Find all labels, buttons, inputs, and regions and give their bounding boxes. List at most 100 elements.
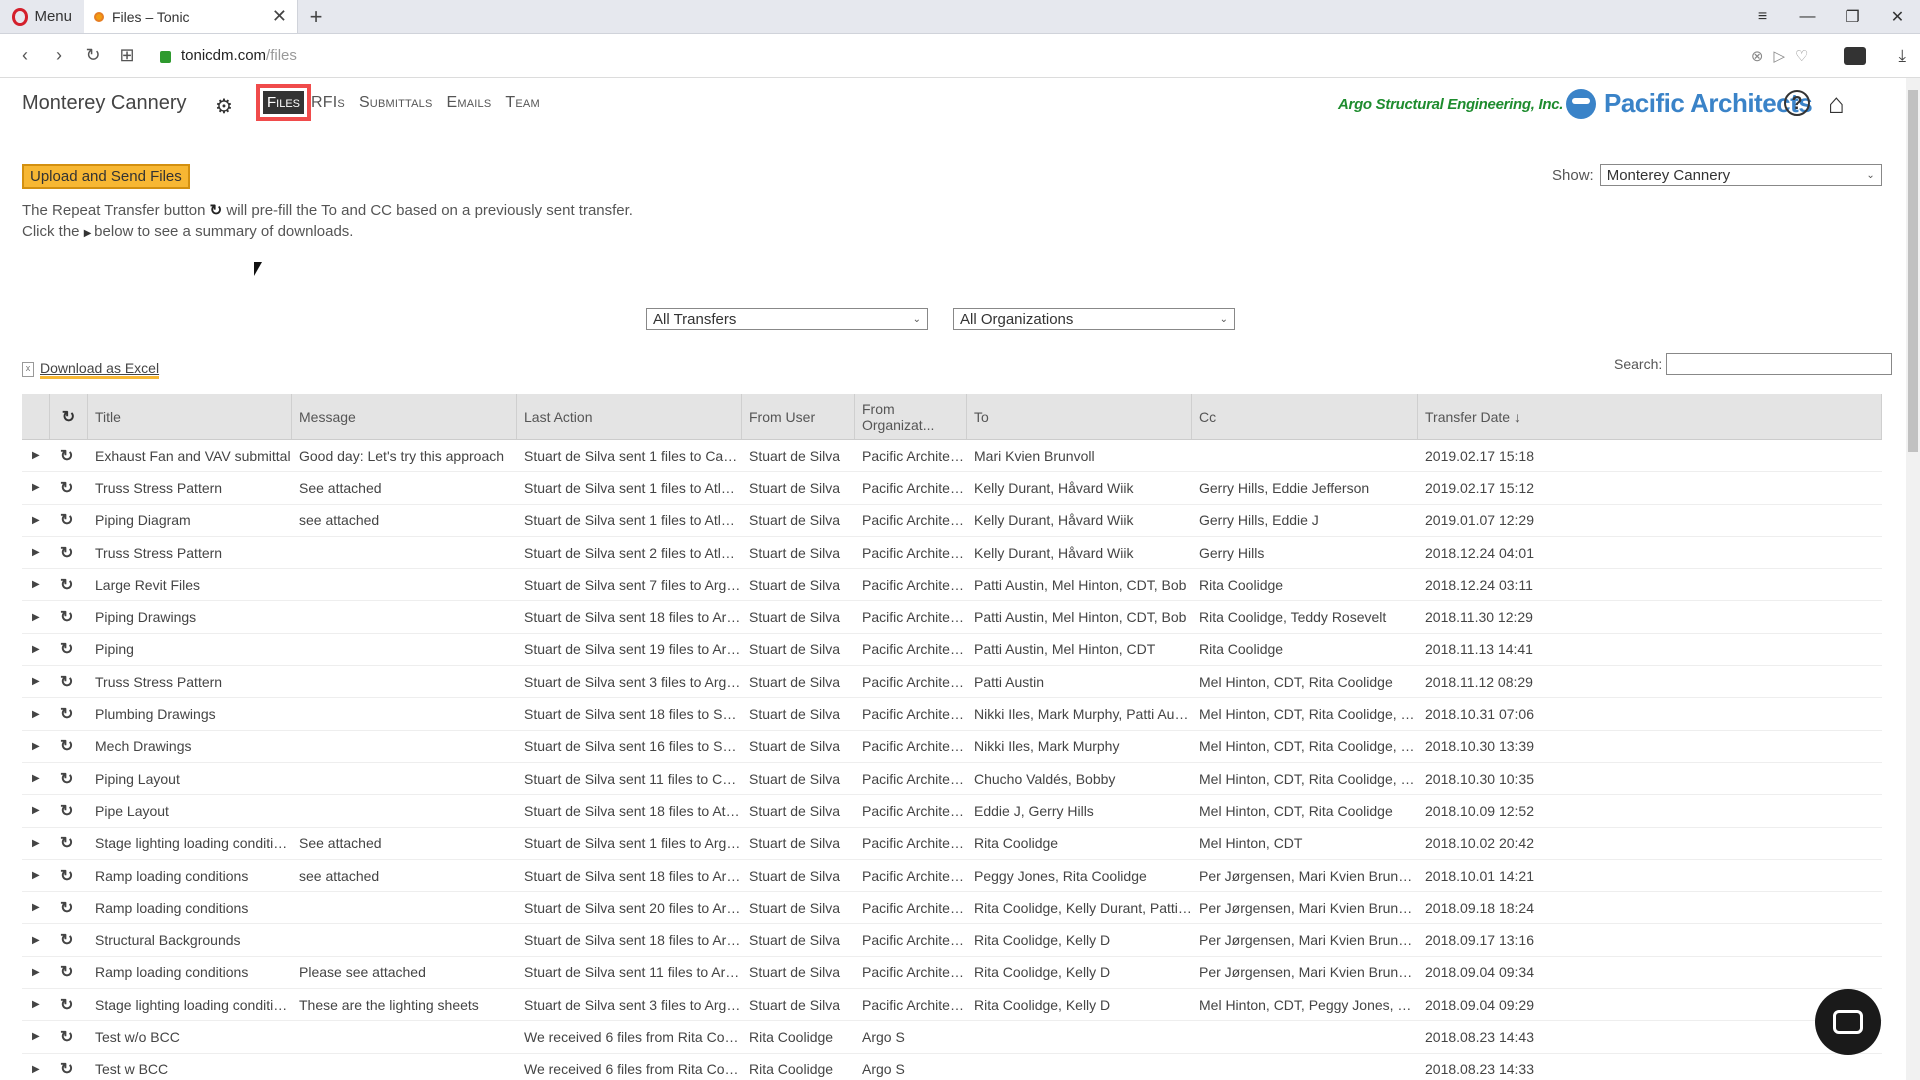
col-header-last-action[interactable]: Last Action [517, 394, 742, 439]
close-window-icon[interactable]: ✕ [1875, 7, 1920, 27]
expand-triangle-icon[interactable]: ▶ [22, 709, 50, 720]
repeat-transfer-icon[interactable]: ↻ [50, 1027, 88, 1047]
table-row[interactable]: ▶ ↻ Plumbing Drawings Stuart de Silva sent … [22, 698, 1882, 731]
expand-triangle-icon[interactable]: ▶ [22, 676, 50, 687]
table-row[interactable]: ▶ ↻ Test w/o BCC We received 6 files from R… [22, 1021, 1882, 1054]
table-row[interactable]: ▶ ↻ Truss Stress Pattern Stuart de Silva se… [22, 666, 1882, 699]
tab-files[interactable]: Files [256, 84, 312, 121]
forward-icon[interactable]: › [44, 45, 74, 66]
reload-icon[interactable]: ↻ [78, 45, 108, 66]
transfers-filter-select[interactable]: All Transfers ⌄ [646, 308, 928, 330]
expand-triangle-icon[interactable]: ▶ [22, 450, 50, 461]
minimize-icon[interactable]: — [1785, 8, 1830, 26]
send-icon[interactable]: ▷ [1773, 47, 1785, 65]
organizations-filter-select[interactable]: All Organizations ⌄ [953, 308, 1235, 330]
table-row[interactable]: ▶ ↻ Stage lighting loading conditions These… [22, 989, 1882, 1022]
repeat-transfer-icon[interactable]: ↻ [50, 607, 88, 627]
repeat-transfer-icon[interactable]: ↻ [50, 575, 88, 595]
extension-icon[interactable] [1844, 47, 1867, 65]
expand-triangle-icon[interactable]: ▶ [22, 612, 50, 623]
download-excel-link[interactable]: Download as Excel [40, 360, 160, 379]
repeat-transfer-icon[interactable]: ↻ [50, 898, 88, 918]
table-row[interactable]: ▶ ↻ Piping Diagram see attached Stuart de Si… [22, 505, 1882, 537]
table-row[interactable]: ▶ ↻ Ramp loading conditions Please see atta… [22, 957, 1882, 990]
table-row[interactable]: ▶ ↻ Truss Stress Pattern Stuart de Silva se… [22, 537, 1882, 570]
table-row[interactable]: ▶ ↻ Exhaust Fan and VAV submittal Good day:… [22, 440, 1882, 473]
repeat-transfer-icon[interactable]: ↻ [50, 801, 88, 821]
expand-triangle-icon[interactable]: ▶ [22, 741, 50, 752]
expand-triangle-icon[interactable]: ▶ [22, 644, 50, 655]
expand-triangle-icon[interactable]: ▶ [22, 902, 50, 913]
col-header-cc[interactable]: Cc [1192, 394, 1418, 439]
adblock-icon[interactable]: ⊗ [1751, 47, 1764, 65]
repeat-transfer-icon[interactable]: ↻ [50, 543, 88, 563]
repeat-transfer-icon[interactable]: ↻ [50, 995, 88, 1015]
expand-triangle-icon[interactable]: ▶ [22, 515, 50, 526]
repeat-transfer-icon[interactable]: ↻ [50, 866, 88, 886]
table-row[interactable]: ▶ ↻ Piping Layout Stuart de Silva sent 11 f… [22, 763, 1882, 796]
browser-menu-button[interactable]: Menu [0, 0, 84, 33]
heart-icon[interactable]: ♡ [1795, 47, 1808, 65]
download-icon[interactable]: ⤓ [1898, 46, 1906, 66]
col-header-message[interactable]: Message [292, 394, 517, 439]
expand-triangle-icon[interactable]: ▶ [22, 1064, 50, 1075]
url-field[interactable]: tonicdm.com/files [160, 47, 297, 64]
close-tab-icon[interactable]: ✕ [272, 6, 287, 27]
tab-team[interactable]: Team [505, 94, 539, 112]
expand-triangle-icon[interactable]: ▶ [22, 999, 50, 1010]
expand-triangle-icon[interactable]: ▶ [22, 967, 50, 978]
expand-triangle-icon[interactable]: ▶ [22, 935, 50, 946]
table-row[interactable]: ▶ ↻ Test w BCC We received 6 files from Rit… [22, 1054, 1882, 1080]
repeat-transfer-icon[interactable]: ↻ [50, 769, 88, 789]
table-row[interactable]: ▶ ↻ Truss Stress Pattern See attached Stuart… [22, 472, 1882, 505]
tab-menu-icon[interactable]: ≡ [1740, 8, 1785, 26]
repeat-transfer-icon[interactable]: ↻ [50, 510, 88, 530]
chat-button[interactable] [1815, 989, 1881, 1055]
help-icon[interactable]: ? [1784, 90, 1810, 116]
col-header-title[interactable]: Title [88, 394, 292, 439]
gear-icon[interactable]: ⚙ [215, 94, 233, 119]
table-row[interactable]: ▶ ↻ Pipe Layout Stuart de Silva sent 18 fil… [22, 795, 1882, 828]
repeat-transfer-icon[interactable]: ↻ [50, 704, 88, 724]
scrollbar-thumb[interactable] [1908, 90, 1918, 452]
tab-submittals[interactable]: Submittals [359, 94, 433, 112]
table-row[interactable]: ▶ ↻ Ramp loading conditions see attached Stu… [22, 860, 1882, 893]
table-row[interactable]: ▶ ↻ Stage lighting loading conditions See a… [22, 828, 1882, 860]
restore-icon[interactable]: ❐ [1830, 7, 1875, 27]
repeat-transfer-icon[interactable]: ↻ [50, 962, 88, 982]
expand-triangle-icon[interactable]: ▶ [22, 482, 50, 493]
table-row[interactable]: ▶ ↻ Piping Drawings Stuart de Silva sent 18… [22, 601, 1882, 634]
page-scrollbar[interactable] [1906, 78, 1920, 1080]
repeat-transfer-icon[interactable]: ↻ [50, 478, 88, 498]
expand-triangle-icon[interactable]: ▶ [22, 773, 50, 784]
repeat-transfer-icon[interactable]: ↻ [50, 833, 88, 853]
table-row[interactable]: ▶ ↻ Piping Stuart de Silva sent 19 files to… [22, 634, 1882, 667]
table-row[interactable]: ▶ ↻ Mech Drawings Stuart de Silva sent 16 f… [22, 731, 1882, 763]
search-input[interactable] [1666, 353, 1893, 375]
back-icon[interactable]: ‹ [10, 45, 40, 66]
expand-triangle-icon[interactable]: ▶ [22, 870, 50, 881]
table-row[interactable]: ▶ ↻ Ramp loading conditions Stuart de Silva… [22, 892, 1882, 925]
new-tab-button[interactable]: + [298, 0, 334, 33]
table-row[interactable]: ▶ ↻ Large Revit Files Stuart de Silva sent … [22, 569, 1882, 602]
repeat-transfer-icon[interactable]: ↻ [50, 930, 88, 950]
col-header-transfer-date[interactable]: Transfer Date ↓ [1418, 394, 1882, 439]
repeat-transfer-icon[interactable]: ↻ [50, 446, 88, 466]
repeat-transfer-icon[interactable]: ↻ [50, 672, 88, 692]
show-select[interactable]: Monterey Cannery ⌄ [1599, 164, 1882, 186]
tab-emails[interactable]: Emails [447, 94, 492, 112]
browser-tab[interactable]: Files – Tonic ✕ [84, 0, 298, 33]
col-header-to[interactable]: To [967, 394, 1192, 439]
col-header-from-org[interactable]: From Organizat... [855, 394, 967, 439]
expand-triangle-icon[interactable]: ▶ [22, 547, 50, 558]
home-icon[interactable]: ⌂ [1828, 88, 1845, 120]
upload-button[interactable]: Upload and Send Files [22, 164, 190, 189]
repeat-transfer-icon[interactable]: ↻ [50, 1059, 88, 1079]
table-row[interactable]: ▶ ↻ Structural Backgrounds Stuart de Silva … [22, 924, 1882, 957]
tab-rfis[interactable]: RFIs [311, 94, 345, 112]
expand-triangle-icon[interactable]: ▶ [22, 579, 50, 590]
speed-dial-icon[interactable]: ⊞ [112, 45, 142, 66]
expand-triangle-icon[interactable]: ▶ [22, 1031, 50, 1042]
expand-triangle-icon[interactable]: ▶ [22, 838, 50, 849]
expand-triangle-icon[interactable]: ▶ [22, 805, 50, 816]
